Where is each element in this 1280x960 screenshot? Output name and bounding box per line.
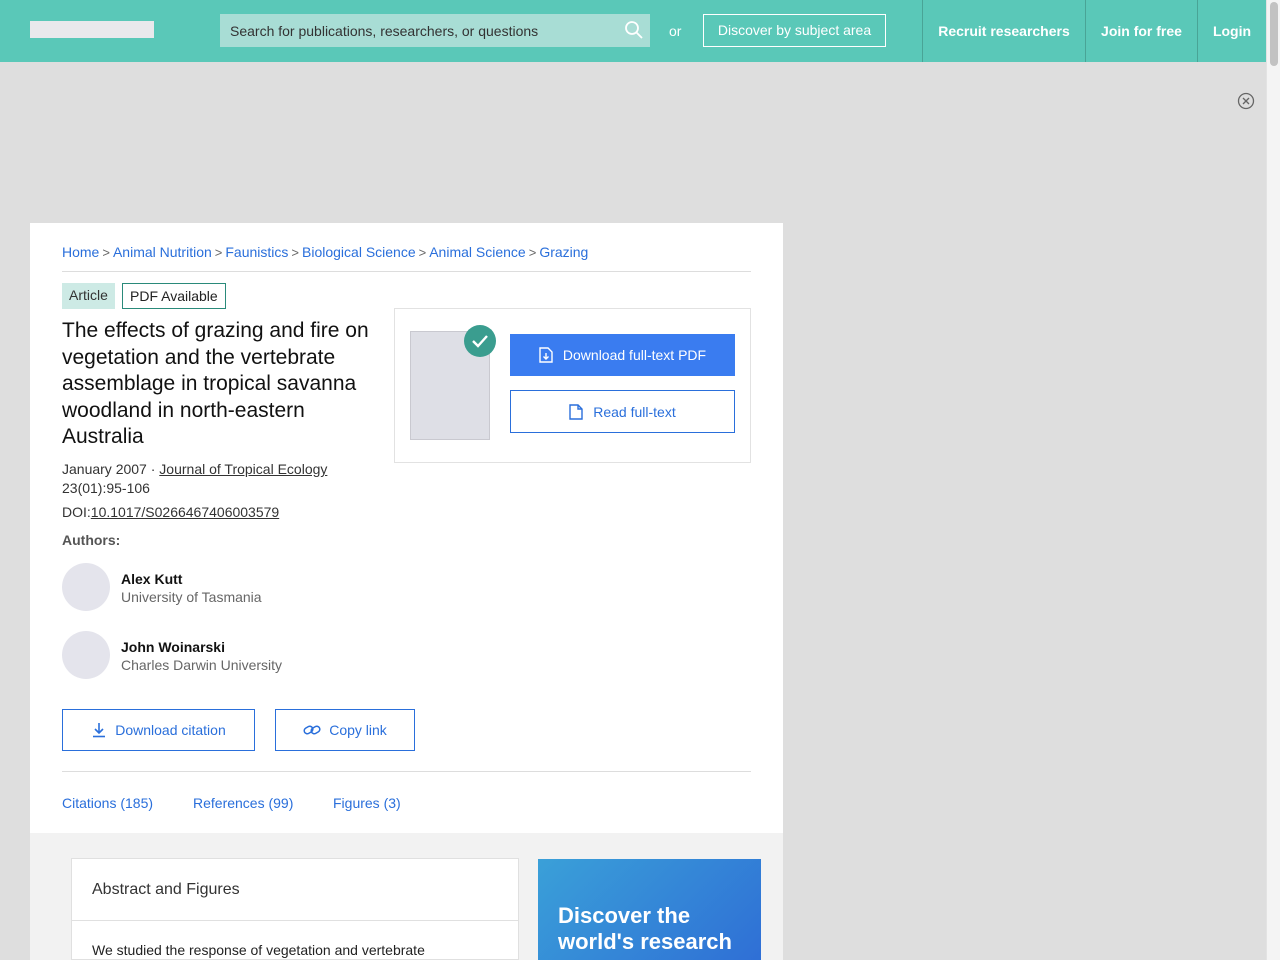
doi-label: DOI: — [62, 504, 91, 520]
avatar[interactable] — [62, 563, 110, 611]
link-icon — [303, 725, 321, 735]
journal-link[interactable]: Journal of Tropical Ecology — [159, 461, 327, 477]
page-title: The effects of grazing and fire on veget… — [62, 319, 369, 448]
pdf-available-badge: PDF Available — [122, 283, 226, 309]
download-full-text-pdf-label: Download full-text PDF — [562, 347, 707, 363]
article-type-badge: Article — [62, 283, 115, 309]
breadcrumb-biological-science[interactable]: Biological Science — [302, 244, 416, 260]
abstract-text: We studied the response of vegetation an… — [92, 942, 425, 958]
breadcrumb-animal-science[interactable]: Animal Science — [429, 244, 526, 260]
abstract-heading: Abstract and Figures — [92, 881, 240, 898]
chevron-right-icon: > — [102, 245, 110, 260]
chevron-right-icon: > — [291, 245, 299, 260]
search-input[interactable]: Search for publications, researchers, or… — [220, 14, 650, 47]
site-logo[interactable] — [30, 21, 154, 38]
download-citation-button[interactable]: Download citation — [62, 709, 255, 751]
file-download-icon — [539, 347, 553, 363]
download-icon — [93, 723, 106, 738]
divider — [72, 920, 518, 921]
author-name[interactable]: John Woinarski — [121, 639, 225, 655]
tab-figures[interactable]: Figures (3) — [333, 795, 401, 811]
file-icon — [569, 403, 583, 420]
read-full-text-label: Read full-text — [593, 403, 676, 420]
tab-references[interactable]: References (99) — [193, 795, 293, 811]
divider — [62, 771, 751, 772]
publication-date-line: January 2007 · Journal of Tropical Ecolo… — [62, 461, 327, 477]
chevron-right-icon: > — [214, 245, 223, 260]
breadcrumb-grazing[interactable]: Grazing — [539, 244, 588, 260]
author-institution: University of Tasmania — [121, 589, 262, 605]
author-name[interactable]: Alex Kutt — [121, 571, 182, 587]
discover-by-subject-button[interactable]: Discover by subject area — [703, 14, 886, 47]
breadcrumb-faunistics[interactable]: Faunistics — [225, 244, 288, 260]
breadcrumb-home[interactable]: Home — [62, 244, 99, 260]
breadcrumb: Home > Animal Nutrition > Faunistics > Biologi… — [62, 244, 588, 260]
promo-heading: Discover the world's research — [558, 903, 732, 954]
check-icon — [464, 325, 496, 357]
read-full-text-button[interactable]: Read full-text — [510, 390, 735, 433]
page-scrollbar[interactable] — [1266, 0, 1280, 960]
doi-link[interactable]: 10.1017/S0266467406003579 — [91, 504, 279, 520]
search-icon[interactable] — [624, 20, 644, 40]
download-full-text-pdf-button[interactable]: Download full-text PDF — [510, 334, 735, 376]
avatar[interactable] — [62, 631, 110, 679]
chevron-right-icon: > — [418, 245, 427, 260]
doi-line: DOI:10.1017/S0266467406003579 — [62, 504, 279, 520]
volume-info: 23(01):95-106 — [62, 480, 150, 496]
join-for-free-link[interactable]: Join for free — [1085, 0, 1197, 62]
breadcrumb-animal-nutrition[interactable]: Animal Nutrition — [113, 244, 212, 260]
recruit-researchers-link[interactable]: Recruit researchers — [922, 0, 1085, 62]
or-separator: or — [669, 23, 682, 39]
login-link[interactable]: Login — [1197, 0, 1266, 62]
download-citation-label: Download citation — [115, 722, 226, 738]
top-navigation-bar: Search for publications, researchers, or… — [0, 0, 1266, 62]
publication-date: January 2007 · — [62, 461, 160, 477]
search-placeholder: Search for publications, researchers, or… — [230, 23, 539, 39]
authors-heading: Authors: — [62, 532, 121, 548]
divider — [62, 271, 751, 272]
copy-link-label: Copy link — [329, 722, 387, 738]
scrollbar-thumb[interactable] — [1270, 2, 1278, 66]
copy-link-button[interactable]: Copy link — [275, 709, 415, 751]
author-institution: Charles Darwin University — [121, 657, 283, 673]
chevron-right-icon: > — [528, 245, 537, 260]
tab-citations[interactable]: Citations (185) — [62, 795, 153, 811]
close-icon[interactable] — [1237, 92, 1255, 110]
